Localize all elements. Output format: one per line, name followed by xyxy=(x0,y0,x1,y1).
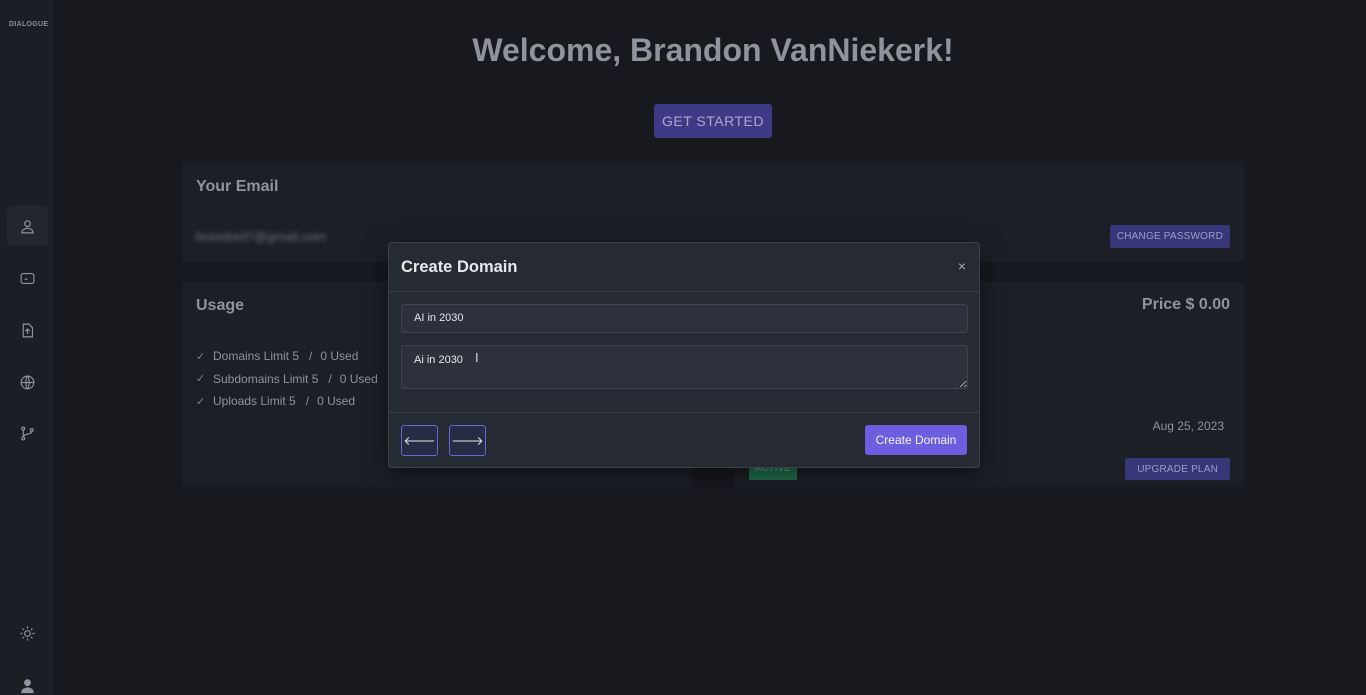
check-icon: ✓ xyxy=(196,350,206,363)
plan-price: Price $ 0.00 xyxy=(1141,296,1230,313)
globe-icon xyxy=(20,375,35,389)
account-button[interactable] xyxy=(7,665,48,695)
theme-toggle-button[interactable] xyxy=(7,613,48,653)
message-icon xyxy=(20,272,35,284)
usage-item-subdomains: ✓ Subdomains Limit 5 / 0 Used xyxy=(196,371,378,386)
email-card-title: Your Email xyxy=(196,178,279,195)
git-branch-icon xyxy=(21,426,34,440)
modal-title: Create Domain xyxy=(401,258,518,276)
sun-icon xyxy=(20,625,35,641)
sidebar: DIALOGUE xyxy=(0,0,55,695)
modal-header: Create Domain × xyxy=(389,243,979,292)
user-icon xyxy=(21,678,34,693)
create-domain-button[interactable]: Create Domain xyxy=(865,425,967,455)
usage-used: 0 Used xyxy=(317,394,356,409)
usage-card-title: Usage xyxy=(196,297,245,314)
close-icon[interactable]: × xyxy=(955,259,969,273)
sidebar-item-chat[interactable] xyxy=(7,258,48,298)
usage-used: 0 Used xyxy=(320,349,359,364)
arrow-right-icon: 🡒 xyxy=(451,434,484,448)
next-button[interactable]: 🡒 xyxy=(449,425,486,456)
sidebar-item-uploads[interactable] xyxy=(7,310,48,350)
plan-date: Aug 25, 2023 xyxy=(1152,419,1224,433)
usage-label: Domains Limit 5 xyxy=(213,349,300,364)
usage-label: Uploads Limit 5 xyxy=(213,394,296,409)
arrow-left-icon: 🡐 xyxy=(403,434,436,448)
sidebar-item-branches[interactable] xyxy=(7,413,48,453)
usage-used: 0 Used xyxy=(339,371,378,386)
usage-label: Subdomains Limit 5 xyxy=(213,371,319,386)
usage-item-domains: ✓ Domains Limit 5 / 0 Used xyxy=(196,349,359,364)
create-domain-modal: Create Domain × AI in 2030 Ai in 2030 I … xyxy=(388,242,980,468)
welcome-heading: Welcome, Brandon VanNiekerk! xyxy=(472,32,954,68)
sidebar-item-domains[interactable] xyxy=(7,362,48,402)
domain-description-textarea[interactable]: Ai in 2030 xyxy=(401,345,968,389)
app-logo[interactable]: DIALOGUE xyxy=(9,19,48,31)
check-icon: ✓ xyxy=(196,373,206,386)
domain-name-input[interactable]: AI in 2030 xyxy=(401,304,968,333)
usage-item-uploads: ✓ Uploads Limit 5 / 0 Used xyxy=(196,394,356,409)
modal-body: AI in 2030 Ai in 2030 I xyxy=(389,292,979,413)
file-upload-icon xyxy=(22,323,34,337)
change-password-button[interactable]: CHANGE PASSWORD xyxy=(1109,225,1230,248)
check-icon: ✓ xyxy=(196,395,206,408)
usage-list: ✓ Domains Limit 5 / 0 Used ✓ Subdomains … xyxy=(196,345,378,413)
sidebar-item-profile[interactable] xyxy=(7,206,48,246)
modal-footer: 🡐 🡒 Create Domain xyxy=(389,413,979,468)
email-value: brandonl7@gmail.com xyxy=(196,229,327,244)
user-icon xyxy=(21,219,34,233)
get-started-button[interactable]: GET STARTED xyxy=(654,104,772,138)
upgrade-plan-button[interactable]: UPGRADE PLAN xyxy=(1125,458,1230,480)
previous-button[interactable]: 🡐 xyxy=(401,425,438,456)
